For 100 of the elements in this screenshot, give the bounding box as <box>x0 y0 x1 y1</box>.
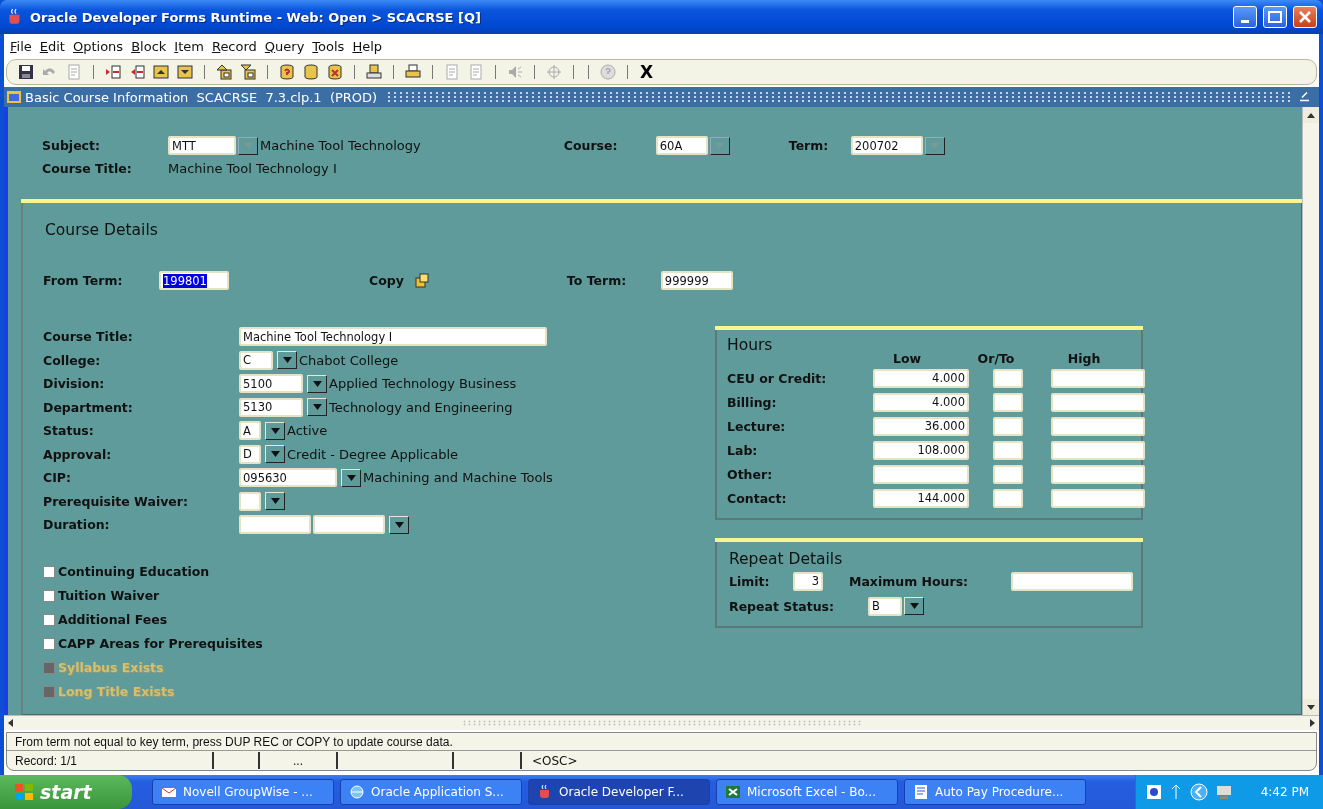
checkbox[interactable] <box>43 637 55 650</box>
caret-icon <box>243 142 253 149</box>
term-field[interactable]: 200702 <box>850 136 923 155</box>
maximize-icon <box>1268 11 1282 23</box>
chevron-icon <box>1190 783 1208 801</box>
checkbox-label: CAPP Areas for Prerequisites <box>58 636 263 651</box>
input-field[interactable] <box>993 416 1023 436</box>
checkbox[interactable] <box>43 613 55 626</box>
toolbar-button[interactable] <box>150 62 172 82</box>
menu-item[interactable]: Help <box>350 38 389 54</box>
input-field[interactable]: 36.000 <box>873 416 969 436</box>
menu-item[interactable]: File <box>8 38 38 54</box>
checkbox-label: Tuition Waiver <box>58 588 160 603</box>
taskbar-item[interactable]: Auto Pay Procedure... <box>904 779 1086 805</box>
input-field[interactable]: C <box>239 350 273 370</box>
menu-item[interactable]: Item <box>172 38 210 54</box>
section-heading: Course Details <box>45 221 159 239</box>
input-field[interactable]: 4.000 <box>873 368 969 388</box>
section-heading: Hours <box>727 336 774 354</box>
field-description: Credit - Degree Applicable <box>287 446 459 462</box>
input-field[interactable] <box>1051 440 1145 460</box>
copy-button[interactable] <box>413 270 430 291</box>
menu-item[interactable]: Record <box>209 38 263 54</box>
status-ellipsis: ... <box>293 753 303 768</box>
selected-text: 199801 <box>163 273 207 288</box>
input-field[interactable] <box>993 440 1023 460</box>
field-label: Other: <box>727 466 774 482</box>
input-field[interactable]: B <box>868 596 902 616</box>
course-field[interactable]: 60A <box>655 136 708 155</box>
subject-field[interactable]: MTT <box>168 136 236 155</box>
input-field[interactable]: 5100 <box>239 374 303 394</box>
from-term-field[interactable]: 199801 <box>159 271 229 290</box>
caret-icon <box>270 427 280 434</box>
input-field[interactable]: A <box>239 421 261 441</box>
minimize-icon <box>1241 19 1249 23</box>
minimize-button[interactable] <box>1233 6 1257 28</box>
input-field[interactable] <box>1051 488 1145 508</box>
field-label: College: <box>43 352 102 368</box>
taskbar-item[interactable]: Oracle Application S... <box>340 779 522 805</box>
clock: 4:42 PM <box>1260 785 1309 799</box>
field-label: From Term: <box>43 273 124 288</box>
field-label: Contact: <box>727 490 788 506</box>
menu-item[interactable]: Options <box>70 38 130 54</box>
checkbox[interactable] <box>43 589 55 602</box>
close-button[interactable] <box>1293 6 1317 28</box>
input-field[interactable] <box>993 392 1023 412</box>
input-field[interactable] <box>993 464 1023 484</box>
column-header: Or/To <box>976 350 1016 366</box>
input-field[interactable] <box>1051 416 1145 436</box>
checkbox[interactable] <box>43 565 55 578</box>
caret-icon <box>930 142 940 149</box>
to-term-field[interactable]: 999999 <box>660 271 733 290</box>
input-field[interactable]: 095630 <box>239 468 337 488</box>
field-label: Department: <box>43 399 134 415</box>
menu-item[interactable]: Block <box>129 38 173 54</box>
input-field[interactable] <box>313 515 385 535</box>
input-field[interactable]: 144.000 <box>873 488 969 508</box>
input-field[interactable]: 3 <box>793 571 823 591</box>
vertical-scrollbar[interactable] <box>1302 107 1319 715</box>
spreadsheet-icon <box>725 784 741 800</box>
window-title: Oracle Developer Forms Runtime - Web: Open > SCACRSE [Q] <box>30 9 482 25</box>
stamp-icon <box>366 64 382 80</box>
taskbar-item[interactable]: Oracle Developer F... <box>528 779 710 805</box>
field-description: Chabot College <box>299 352 399 368</box>
input-field[interactable] <box>1051 368 1145 388</box>
maximize-button[interactable] <box>1263 6 1287 28</box>
down-arrow-icon <box>1307 704 1315 710</box>
input-field[interactable]: 5130 <box>239 397 303 417</box>
field-description: Active <box>287 423 328 439</box>
menu-item[interactable]: Tools <box>310 38 351 54</box>
input-field[interactable] <box>993 368 1023 388</box>
tray-icon <box>153 64 169 80</box>
input-field[interactable]: 4.000 <box>873 392 969 412</box>
caret-icon <box>394 521 404 528</box>
mode-indicator: <OSC> <box>532 753 578 768</box>
horizontal-scrollbar[interactable] <box>4 715 1319 730</box>
toolbar-button[interactable] <box>363 62 385 82</box>
input-field[interactable] <box>239 491 261 511</box>
record-arrow-icon <box>105 64 121 80</box>
status-message: From term not equal to key term, press DUP REC or COPY to update course data. <box>15 734 453 749</box>
taskbar-item[interactable]: Microsoft Excel - Bo... <box>716 779 898 805</box>
taskbar-item[interactable]: Novell GroupWise - ... <box>152 779 334 805</box>
menu-item[interactable]: Query <box>262 38 311 54</box>
input-field[interactable]: Machine Tool Technology I <box>239 327 547 347</box>
input-field[interactable]: 108.000 <box>873 440 969 460</box>
checkbox-label: Syllabus Exists <box>58 660 164 675</box>
toolbar-button[interactable]: X <box>636 62 658 82</box>
page-icon <box>468 64 484 80</box>
caret-icon <box>312 380 322 387</box>
input-field[interactable] <box>239 515 311 535</box>
input-field[interactable] <box>1011 571 1133 591</box>
field-description: Machining and Machine Tools <box>363 470 553 486</box>
input-field[interactable] <box>873 464 969 484</box>
input-field[interactable] <box>1051 392 1145 412</box>
input-field[interactable] <box>1051 464 1145 484</box>
input-field[interactable]: D <box>239 444 261 464</box>
section-heading: Repeat Details <box>729 550 844 568</box>
toolbar-button[interactable] <box>174 62 196 82</box>
input-field[interactable] <box>993 488 1023 508</box>
menu-item[interactable]: Edit <box>37 38 71 54</box>
